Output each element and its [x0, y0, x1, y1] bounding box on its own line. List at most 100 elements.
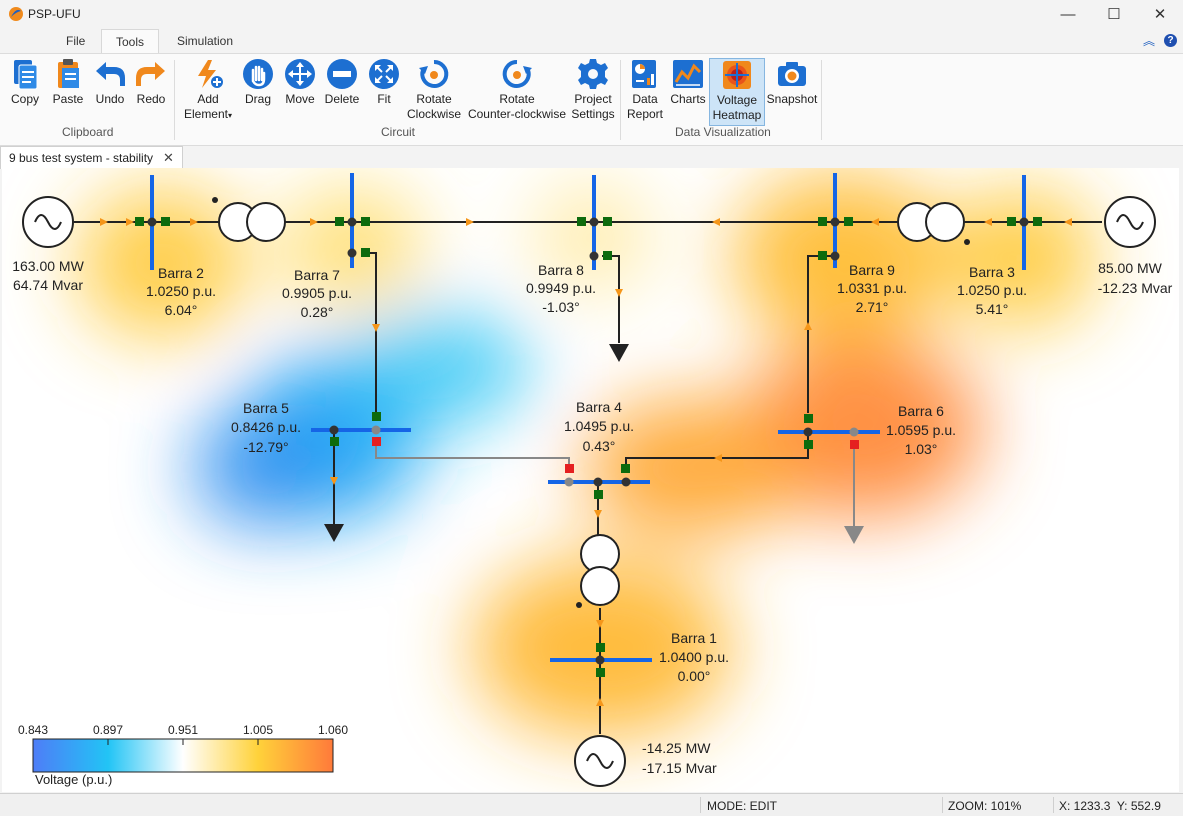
breaker[interactable]: [844, 217, 853, 226]
rotate-counter-clockwise-button[interactable]: Rotate Counter-clockwise: [466, 58, 568, 122]
breaker[interactable]: [361, 248, 370, 257]
breaker[interactable]: [577, 217, 586, 226]
charts-label: Charts: [670, 92, 706, 106]
clipboard-group-label: Clipboard: [62, 125, 114, 139]
bus-name-label: Barra 5: [243, 400, 289, 416]
lightning-add-icon: [198, 60, 223, 88]
line-chart-icon: [673, 60, 703, 88]
data-report-label-1: Data: [632, 92, 658, 106]
legend-tick-label: 1.060: [318, 723, 348, 737]
breaker[interactable]: [818, 251, 827, 260]
tab-tools[interactable]: Tools: [101, 29, 160, 54]
breaker[interactable]: [361, 217, 370, 226]
charts-button[interactable]: Charts: [668, 58, 708, 107]
breaker[interactable]: [804, 440, 813, 449]
bus-voltage-label: 1.0250 p.u.: [146, 283, 216, 299]
generator-g2[interactable]: [22, 196, 74, 248]
add-element-button[interactable]: Add Element▾: [180, 58, 236, 123]
data-report-label-2: Report: [626, 107, 664, 121]
circuit-group-label: Circuit: [381, 125, 416, 139]
project-settings-label-2: Settings: [571, 107, 615, 121]
delete-button[interactable]: Delete: [322, 58, 362, 107]
generator-reactive-label: -17.15 Mvar: [642, 760, 717, 776]
tab-simulation[interactable]: Simulation: [163, 29, 247, 53]
drag-label: Drag: [244, 92, 271, 106]
cursor-coordinates: X: 1233.3 Y: 552.9: [1059, 799, 1161, 813]
breaker[interactable]: [594, 490, 603, 499]
move-button[interactable]: Move: [282, 58, 318, 107]
help-icon[interactable]: ?: [1164, 34, 1177, 47]
bus-voltage-label: 0.9949 p.u.: [526, 280, 596, 296]
project-settings-button[interactable]: Project Settings: [570, 58, 616, 122]
mode-status: MODE: EDIT: [707, 799, 778, 813]
breaker[interactable]: [603, 251, 612, 260]
breaker[interactable]: [335, 217, 344, 226]
breaker[interactable]: [330, 437, 339, 446]
breaker[interactable]: [603, 217, 612, 226]
move-arrows-icon: [285, 59, 315, 89]
bus-angle-label: 1.03°: [905, 441, 938, 457]
rotate-cw-label-2: Clockwise: [406, 107, 461, 121]
bus-5[interactable]: [311, 428, 411, 432]
bus-name-label: Barra 9: [849, 262, 895, 278]
breaker[interactable]: [1007, 217, 1016, 226]
load-bus6[interactable]: [844, 526, 864, 544]
bus-voltage-label: 1.0495 p.u.: [564, 418, 634, 434]
diagram-canvas[interactable]: Barra 2 1.0250 p.u. 6.04° Barra 7 0.9905…: [2, 168, 1179, 792]
breaker-open[interactable]: [372, 437, 381, 446]
rotate-clockwise-button[interactable]: Rotate Clockwise: [406, 58, 462, 122]
window-title: PSP-UFU: [28, 7, 81, 21]
bus-angle-label: 0.28°: [301, 304, 334, 320]
zoom-status: ZOOM: 101%: [948, 799, 1022, 813]
generator-g1[interactable]: [574, 735, 626, 787]
breaker[interactable]: [818, 217, 827, 226]
breaker[interactable]: [161, 217, 170, 226]
undo-label: Undo: [95, 92, 125, 106]
breaker[interactable]: [596, 643, 605, 652]
breaker[interactable]: [621, 464, 630, 473]
breaker[interactable]: [372, 412, 381, 421]
fit-expand-icon: [369, 59, 399, 89]
minimize-button[interactable]: —: [1045, 0, 1091, 28]
breaker[interactable]: [804, 414, 813, 423]
copy-button[interactable]: Copy: [7, 58, 43, 107]
breaker[interactable]: [135, 217, 144, 226]
redo-button[interactable]: Redo: [134, 58, 168, 107]
document-tab[interactable]: 9 bus test system - stability ✕: [0, 146, 183, 169]
group-divider: [620, 60, 621, 140]
rotate-clockwise-icon: [419, 59, 449, 88]
paste-label: Paste: [52, 92, 84, 106]
snapshot-button[interactable]: Snapshot: [766, 58, 818, 107]
bus-6[interactable]: [778, 430, 880, 434]
heatmap-legend: 0.843 0.897 0.951 1.005 1.060 Voltage (p…: [18, 723, 348, 787]
bus-angle-label: 0.00°: [678, 668, 711, 684]
breaker-open[interactable]: [565, 464, 574, 473]
undo-icon: [96, 62, 125, 86]
bus-voltage-label: 1.0250 p.u.: [957, 282, 1027, 298]
bus-name-label: Barra 3: [969, 264, 1015, 280]
transformer-t2[interactable]: [212, 197, 286, 242]
drag-button[interactable]: Drag: [240, 58, 276, 107]
close-tab-icon[interactable]: ✕: [163, 150, 174, 165]
fit-button[interactable]: Fit: [366, 58, 402, 107]
data-visualization-group-label: Data Visualization: [675, 125, 771, 139]
data-report-button[interactable]: Data Report: [625, 58, 665, 122]
project-settings-label-1: Project: [574, 92, 612, 106]
maximize-button[interactable]: ☐: [1091, 0, 1137, 28]
voltage-heatmap: [77, 173, 1097, 738]
breaker[interactable]: [1033, 217, 1042, 226]
document-tab-title: 9 bus test system - stability: [9, 151, 154, 165]
load-bus5[interactable]: [324, 524, 344, 542]
collapse-ribbon-icon[interactable]: ︽: [1143, 32, 1155, 49]
voltage-heatmap-button[interactable]: Voltage Heatmap: [709, 58, 765, 126]
close-button[interactable]: ✕: [1137, 0, 1183, 28]
load-bus8[interactable]: [609, 344, 629, 362]
copy-icon: [14, 60, 38, 90]
generator-g3[interactable]: [1104, 196, 1156, 248]
generator-power-label: 85.00 MW: [1098, 260, 1163, 276]
paste-button[interactable]: Paste: [50, 58, 86, 107]
breaker[interactable]: [596, 668, 605, 677]
tab-file[interactable]: File: [52, 29, 99, 53]
breaker-open[interactable]: [850, 440, 859, 449]
undo-button[interactable]: Undo: [92, 58, 128, 107]
